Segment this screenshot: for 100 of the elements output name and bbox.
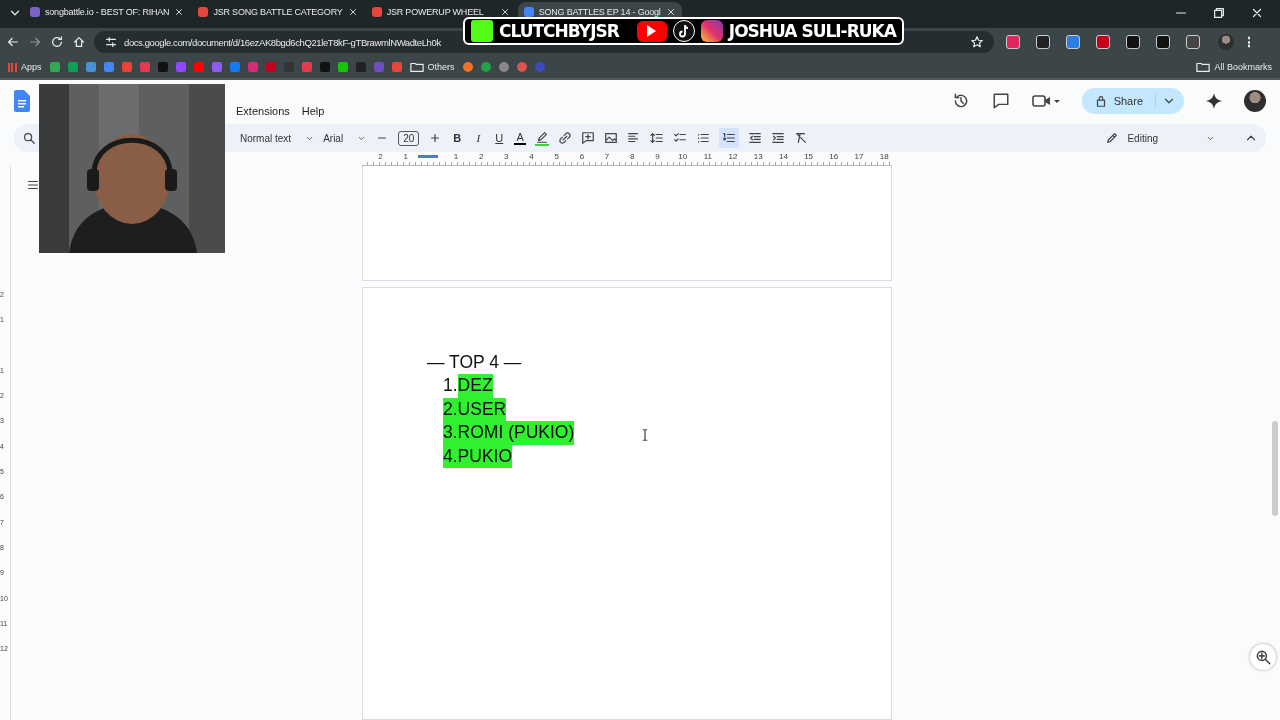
extension-icon[interactable] xyxy=(1126,35,1140,49)
pencil-icon xyxy=(1105,131,1120,145)
checklist-icon[interactable] xyxy=(673,131,688,145)
list-item-text: ROMI (PUKIO) xyxy=(457,421,575,445)
document-heading: — TOP 4 — xyxy=(427,350,523,374)
share-button[interactable]: Share xyxy=(1081,88,1184,114)
list-number: 3. xyxy=(443,421,458,445)
editing-mode-dropdown[interactable]: Editing xyxy=(1105,131,1215,145)
close-icon[interactable] xyxy=(499,7,510,17)
indent-marker-icon[interactable] xyxy=(418,155,439,158)
list-item-text: DEZ xyxy=(457,374,493,398)
list-item-text: USER xyxy=(457,397,507,422)
format-button[interactable]: B xyxy=(451,132,464,144)
list-number: 4. xyxy=(443,444,458,469)
list-number: 2. xyxy=(443,397,458,422)
menu-item[interactable]: Extensions xyxy=(236,105,290,117)
bookmark-icon[interactable] xyxy=(103,62,114,72)
font-size-field[interactable]: 20 xyxy=(398,130,420,146)
bookmark-icon[interactable] xyxy=(49,62,60,72)
music-note-logo-icon xyxy=(672,20,695,42)
style-dropdown[interactable]: Normal text xyxy=(240,132,315,144)
outline-icon[interactable] xyxy=(26,178,40,192)
back-icon[interactable] xyxy=(6,35,20,49)
apps-bookmark[interactable]: Apps xyxy=(8,62,42,72)
scrollbar-thumb[interactable] xyxy=(1272,421,1278,516)
ruler-number: 9 xyxy=(654,152,661,163)
ruler-number: 5 xyxy=(553,152,560,163)
bookmark-icon[interactable] xyxy=(480,62,491,72)
increase-indent-icon[interactable] xyxy=(771,131,786,145)
forward-icon[interactable] xyxy=(28,35,42,49)
bookmark-icon[interactable] xyxy=(121,62,132,72)
clear-formatting-icon[interactable] xyxy=(794,131,809,145)
bookmark-icon[interactable] xyxy=(337,62,348,72)
extension-icon[interactable] xyxy=(1156,35,1170,49)
ruler-number: 18 xyxy=(878,152,890,163)
menu-item[interactable]: Help xyxy=(301,105,325,117)
close-icon[interactable] xyxy=(347,7,358,17)
bookmark-star-icon[interactable] xyxy=(970,35,984,49)
sparkle-icon[interactable] xyxy=(1206,93,1222,109)
ruler-number: 7 xyxy=(603,152,611,163)
ruler-number: 17 xyxy=(853,152,865,163)
bookmark-icon[interactable] xyxy=(391,62,402,72)
bookmark-icon[interactable] xyxy=(67,62,78,72)
restore-icon[interactable] xyxy=(1212,6,1226,20)
ruler-number: 2 xyxy=(377,152,384,163)
ruler-number: 4 xyxy=(528,152,535,163)
format-button[interactable]: U xyxy=(493,132,506,144)
ruler-number: 6 xyxy=(578,152,586,163)
decrease-indent-icon[interactable] xyxy=(748,131,763,145)
comment-icon[interactable] xyxy=(991,92,1010,110)
ruler-number: 1 xyxy=(402,152,409,163)
bookmark-icon[interactable] xyxy=(193,62,204,72)
reload-icon[interactable] xyxy=(50,35,64,49)
bookmark-icon[interactable] xyxy=(85,62,96,72)
search-icon[interactable] xyxy=(22,131,36,145)
ruler-number: 1 xyxy=(452,152,460,163)
folder-icon xyxy=(1196,60,1211,74)
bookmark-icon[interactable] xyxy=(498,62,509,72)
ruler-number: 14 xyxy=(777,152,789,163)
docs-logo-icon[interactable] xyxy=(14,90,30,112)
close-icon[interactable] xyxy=(665,7,676,17)
ruler-number: 11 xyxy=(702,152,713,163)
zoom-icon xyxy=(1254,648,1272,666)
zoom-button[interactable] xyxy=(1250,644,1276,670)
folder-icon xyxy=(409,60,424,74)
close-icon[interactable] xyxy=(1250,6,1264,20)
ruler-number: 3 xyxy=(503,152,510,163)
bullet-list-icon[interactable] xyxy=(696,131,711,145)
extension-icon[interactable] xyxy=(1036,35,1050,49)
play-logo-icon xyxy=(636,20,667,42)
line-spacing-icon[interactable] xyxy=(650,131,665,145)
ruler-number: 16 xyxy=(828,152,840,163)
home-icon[interactable] xyxy=(72,35,86,49)
profile-avatar[interactable] xyxy=(1244,90,1266,112)
ruler-number: 12 xyxy=(727,152,739,163)
browser-tab[interactable]: songbattle.io - BEST OF: RIHAN xyxy=(24,2,191,28)
ruler-number: 10 xyxy=(677,152,689,163)
numbered-list-icon xyxy=(722,131,737,145)
overlay-name: JOSHUA SULI-RUKA xyxy=(728,21,896,41)
ruler-number: 2 xyxy=(477,152,485,163)
bookmark-icon[interactable] xyxy=(462,62,473,72)
numbered-list-button[interactable] xyxy=(719,128,740,148)
ruler-number: 13 xyxy=(752,152,764,163)
extension-icon[interactable] xyxy=(1186,35,1200,49)
site-info-icon[interactable] xyxy=(104,35,118,49)
highlighter-icon[interactable] xyxy=(535,130,550,146)
list-number: 1. xyxy=(443,374,458,398)
browser-tab[interactable]: JSR SONG BATTLE CATEGORY xyxy=(192,2,364,28)
ruler-number: 8 xyxy=(629,152,636,163)
format-button[interactable]: I xyxy=(472,132,485,144)
font-dropdown[interactable]: Arial xyxy=(323,132,367,144)
bookmark-folder[interactable]: Others xyxy=(409,60,455,74)
link-icon[interactable] xyxy=(558,131,573,145)
all-bookmarks-folder[interactable]: All Bookmarks xyxy=(1196,60,1272,74)
add-comment-icon[interactable] xyxy=(581,131,596,145)
close-icon[interactable] xyxy=(174,7,185,17)
bookmark-icon[interactable] xyxy=(516,62,527,72)
format-button[interactable]: A xyxy=(514,131,527,145)
image-icon[interactable] xyxy=(604,131,619,145)
video-call-icon[interactable] xyxy=(1031,93,1060,109)
